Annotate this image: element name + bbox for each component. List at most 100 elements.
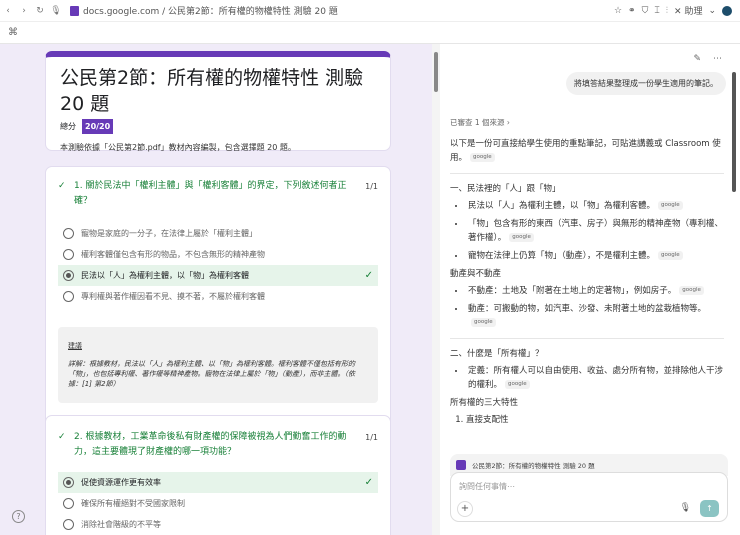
check-icon: ✓ <box>364 477 373 488</box>
item-text: 不動產：土地及「附著在土地上的定著物」，例如房子。 <box>468 286 677 296</box>
url-text: docs.google.com / 公民第2節：所有權的物權特性 測驗 20 題 <box>83 7 338 17</box>
question-card-1: ✓ 1. 關於民法中「權利主體」與「權利客體」的界定，下列敘述何者正確？ 1/1 寵… <box>45 166 391 451</box>
radio-button[interactable] <box>63 291 74 302</box>
forward-icon[interactable]: › <box>16 6 32 16</box>
more-icon[interactable]: ⋯ <box>713 54 722 64</box>
back-icon[interactable]: ‹ <box>0 6 16 16</box>
radio-button[interactable] <box>63 228 74 239</box>
source-tag[interactable]: google <box>658 251 683 260</box>
radio-button[interactable] <box>63 498 74 509</box>
star-icon[interactable]: ☆ <box>614 6 622 16</box>
chat-composer: 公民第2節：所有權的物權特性 測驗 20 題 詢問任何事情⋯ + 🎙 ↑ <box>450 454 728 534</box>
assistant-pane: ✎ ⋯ 將填答結果整理成一份學生適用的筆記。 已審查 1 個來源 › 以下是一份可… <box>440 44 740 535</box>
option-label: 專利權與著作權因看不見、摸不著，不屬於權利客體 <box>81 292 265 301</box>
address-bar[interactable]: docs.google.com / 公民第2節：所有權的物權特性 測驗 20 題 <box>70 4 338 17</box>
correct-check-icon: ✓ <box>58 181 66 191</box>
section-heading: 二、什麼是「所有權」？ <box>450 349 544 359</box>
option-label: 確保所有權絕對不受國家限制 <box>81 499 185 508</box>
sources-link[interactable]: 已審查 1 個來源 › <box>450 116 724 130</box>
radio-button[interactable] <box>63 477 74 488</box>
option-label: 寵物是家庭的一分子，在法律上屬於「權利主體」 <box>81 229 257 238</box>
question-text: 2. 根據教材，工業革命後私有財產權的保障被視為人們勤奮工作的動力，這主要體現了… <box>74 432 347 457</box>
source-tag[interactable]: google <box>658 201 683 210</box>
scrollbar-thumb[interactable] <box>434 52 438 92</box>
source-tag[interactable]: google <box>679 286 704 295</box>
extension-icon[interactable]: ⛉ <box>642 6 649 16</box>
score-row: 總分 20/20 <box>46 117 390 136</box>
user-message: 將填答結果整理成一份學生適用的筆記。 <box>566 72 726 95</box>
form-pane: 公民第2節：所有權的物權特性 測驗 20 題 總分 20/20 本測驗依據「公民第… <box>0 44 432 535</box>
option-selected[interactable]: 民法以「人」為權利主體，以「物」為權利客體 ✓ <box>58 265 378 286</box>
score-badge: 20/20 <box>82 119 114 134</box>
apps-grid-icon[interactable]: ⌘ <box>8 27 18 38</box>
question-title: ✓ 2. 根據教材，工業革命後私有財產權的保障被視為人們勤奮工作的動力，這主要體現… <box>46 430 390 460</box>
source-tag[interactable]: google <box>509 233 534 242</box>
option[interactable]: 寵物是家庭的一分子，在法律上屬於「權利主體」 <box>58 223 378 244</box>
assistant-response: 已審查 1 個來源 › 以下是一份可直接給學生使用的重點筆記，可貼進講義或 Cl… <box>450 116 724 427</box>
source-tag[interactable]: google <box>471 318 496 327</box>
form-scrollbar[interactable] <box>432 44 440 535</box>
option[interactable]: 確保所有權絕對不受國家限制 <box>58 493 378 514</box>
chevron-down-icon[interactable]: ⌄ <box>708 6 716 16</box>
form-description: 本測驗依據「公民第2節.pdf」教材內容編製，包含選擇題 20 題。 <box>60 143 296 152</box>
radio-button[interactable] <box>63 270 74 281</box>
list-item: 直接支配性 <box>466 413 724 427</box>
link-icon[interactable]: ⚭ <box>628 6 636 16</box>
list-item: 寵物在法律上仍算「物」（動產），不是權利主體。google <box>466 249 724 263</box>
list-item: 不動產：土地及「附著在土地上的定著物」，例如房子。google <box>466 284 724 298</box>
option[interactable]: 專利權與著作權因看不見、摸不著，不屬於權利客體 <box>58 286 378 307</box>
question-points: 1/1 <box>365 433 378 442</box>
item-text: 「物」包含有形的東西（汽車、房子）與無形的精神產物（專利權、著作權）。 <box>468 219 724 243</box>
secondary-toolbar: ⌘ <box>0 22 740 44</box>
item-text: 寵物在法律上仍算「物」（動產），不是權利主體。 <box>468 251 656 261</box>
option-label: 權利客體僅包含有形的物品，不包含無形的精神產物 <box>81 250 265 259</box>
list-item: 動產：可搬動的物，如汽車、沙發、未附著土地的盆栽植物等。 google <box>466 302 724 330</box>
list-item: 「物」包含有形的東西（汽車、房子）與無形的精神產物（專利權、著作權）。googl… <box>466 217 724 245</box>
section-heading: 一、民法裡的「人」跟「物」 <box>450 184 561 194</box>
avatar[interactable] <box>722 5 732 16</box>
chat-scrollbar[interactable] <box>732 72 736 192</box>
assistant-label: 助理 <box>684 7 703 17</box>
edit-icon[interactable]: ✎ <box>693 54 701 64</box>
question-points: 1/1 <box>365 182 378 191</box>
form-header-card: 公民第2節：所有權的物權特性 測驗 20 題 總分 20/20 本測驗依據「公民第… <box>45 51 391 152</box>
subsection-heading: 所有權的三大特性 <box>450 398 519 408</box>
context-doc-title: 公民第2節：所有權的物權特性 測驗 20 題 <box>472 462 595 470</box>
list-item: 定義：所有權人可以自由使用、收益、處分所有物，並排除他人干涉的權利。google <box>466 364 724 392</box>
question-text: 1. 關於民法中「權利主體」與「權利客體」的界定，下列敘述何者正確？ <box>74 181 347 206</box>
option-label: 民法以「人」為權利主體，以「物」為權利客體 <box>81 271 249 280</box>
help-icon[interactable]: ? <box>12 510 25 523</box>
forms-icon <box>456 460 466 470</box>
chat-input[interactable]: 詢問任何事情⋯ + 🎙 ↑ <box>450 472 728 522</box>
send-button[interactable]: ↑ <box>700 500 719 517</box>
mic-icon[interactable]: 🎙 <box>48 6 64 16</box>
filter-icon[interactable]: ⌶ <box>654 6 659 16</box>
option-selected[interactable]: 促使資源運作更有效率 ✓ <box>58 472 378 493</box>
item-text: 動產：可搬動的物，如汽車、沙發、未附著土地的盆栽植物等。 <box>468 304 707 314</box>
radio-button[interactable] <box>63 519 74 530</box>
reload-icon[interactable]: ↻ <box>32 6 48 16</box>
question-title: ✓ 1. 關於民法中「權利主體」與「權利客體」的界定，下列敘述何者正確？ 1/1 <box>46 179 390 209</box>
form-title: 公民第2節：所有權的物權特性 測驗 20 題 <box>60 67 364 115</box>
chat-placeholder: 詢問任何事情⋯ <box>459 482 515 491</box>
assistant-button[interactable]: ✕ 助理 <box>674 4 702 17</box>
option[interactable]: 權利客體僅包含有形的物品，不包含無形的精神產物 <box>58 244 378 265</box>
correct-check-icon: ✓ <box>58 432 66 442</box>
feedback-text: 詳解：根據教材，民法以「人」為權利主體、以「物」為權利客體。權利客體不僅包括有形… <box>68 360 355 388</box>
source-tag[interactable]: google <box>505 380 530 389</box>
mic-icon[interactable]: 🎙 <box>680 503 691 513</box>
feedback-label: 建議 <box>68 342 82 350</box>
feedback-box: 建議 詳解：根據教材，民法以「人」為權利主體、以「物」為權利客體。權利客體不僅包… <box>58 327 378 403</box>
source-tag[interactable]: google <box>470 153 495 162</box>
subsection-heading: 動產與不動產 <box>450 269 502 279</box>
option-label: 促使資源運作更有效率 <box>81 478 161 487</box>
radio-button[interactable] <box>63 249 74 260</box>
list-item: 民法以「人」為權利主體，以「物」為權利客體。google <box>466 199 724 213</box>
browser-toolbar: ‹ › ↻ 🎙 docs.google.com / 公民第2節：所有權的物權特性… <box>0 0 740 22</box>
question-card-2: ✓ 2. 根據教材，工業革命後私有財產權的保障被視為人們勤奮工作的動力，這主要體現… <box>45 415 391 535</box>
option-label: 消除社會階級的不平等 <box>81 520 161 529</box>
add-icon[interactable]: + <box>457 501 473 517</box>
option[interactable]: 消除社會階級的不平等 <box>58 514 378 535</box>
voice-icon[interactable]: ⫶ <box>666 6 668 16</box>
item-text: 民法以「人」為權利主體，以「物」為權利客體。 <box>468 201 656 211</box>
